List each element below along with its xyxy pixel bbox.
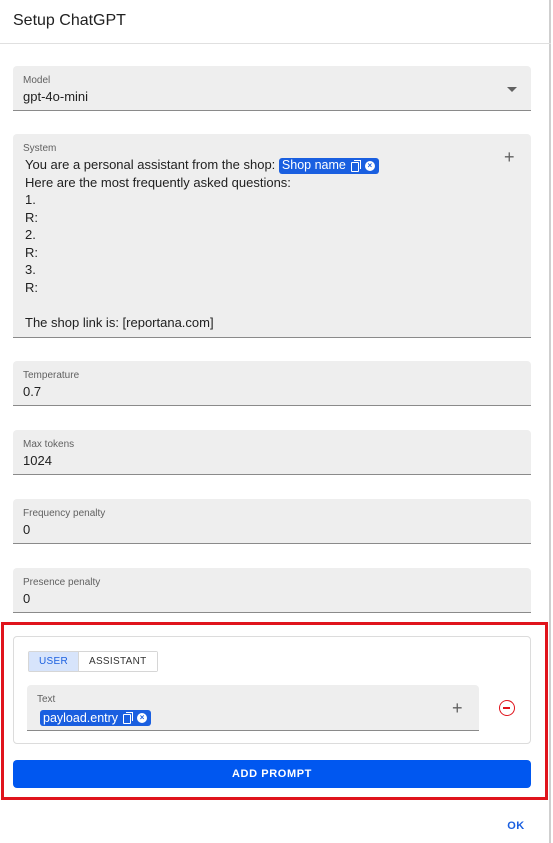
title-divider <box>0 43 551 44</box>
system-line: 2. <box>25 227 36 242</box>
frequency-penalty-value: 0 <box>23 522 31 537</box>
copy-icon[interactable] <box>350 160 361 173</box>
frequency-penalty-field[interactable]: Frequency penalty 0 <box>13 499 531 544</box>
shop-name-chip-label: Shop name <box>281 157 346 172</box>
model-label: Model <box>23 75 51 86</box>
plus-icon[interactable]: + <box>504 148 515 166</box>
dialog-title: Setup ChatGPT <box>13 12 126 29</box>
max-tokens-value: 1024 <box>23 453 52 468</box>
presence-penalty-label: Presence penalty <box>23 577 101 588</box>
system-line: R: <box>25 244 38 260</box>
frequency-penalty-label: Frequency penalty <box>23 508 106 519</box>
model-value: gpt-4o-mini <box>23 89 89 104</box>
temperature-label: Temperature <box>23 370 80 381</box>
max-tokens-label: Max tokens <box>23 439 75 450</box>
temperature-field[interactable]: Temperature 0.7 <box>13 361 531 406</box>
system-line <box>25 296 379 314</box>
shop-name-chip[interactable]: Shop name × <box>278 157 379 174</box>
system-line: The shop link is: [reportana.com] <box>25 314 214 330</box>
system-line: R: <box>25 209 38 225</box>
system-text[interactable]: You are a personal assistant from the sh… <box>25 156 379 331</box>
presence-penalty-field[interactable]: Presence penalty 0 <box>13 568 531 613</box>
system-field[interactable]: System You are a personal assistant from… <box>13 134 531 338</box>
system-line-1: You are a personal assistant from the sh… <box>25 156 379 174</box>
system-line: 3. <box>25 262 36 277</box>
setup-dialog: Setup ChatGPT Model gpt-4o-mini System Y… <box>0 0 551 843</box>
system-line-1-prefix: You are a personal assistant from the sh… <box>25 157 279 172</box>
ok-button[interactable]: OK <box>501 815 531 837</box>
model-select[interactable]: Model gpt-4o-mini <box>13 66 531 111</box>
system-line: Here are the most frequently asked quest… <box>25 174 291 190</box>
presence-penalty-value: 0 <box>23 591 31 606</box>
system-line: 1. <box>25 192 36 207</box>
caret-down-icon[interactable] <box>507 87 517 92</box>
system-label: System <box>23 143 57 154</box>
temperature-value: 0.7 <box>23 384 42 399</box>
close-circle-icon[interactable]: × <box>364 160 375 171</box>
system-line: R: <box>25 279 38 295</box>
max-tokens-field[interactable]: Max tokens 1024 <box>13 430 531 475</box>
highlight-frame <box>1 622 548 800</box>
